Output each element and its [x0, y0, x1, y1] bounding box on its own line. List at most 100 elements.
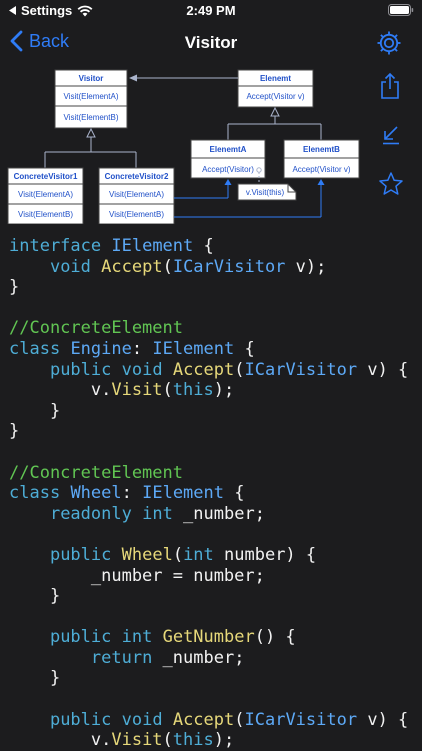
- code-token: _number;: [172, 503, 265, 524]
- uml-method: Visit(ElementB): [18, 210, 73, 219]
- uml-method: Accept(Visitor v): [246, 92, 304, 101]
- code-token: public: [49, 709, 112, 730]
- code-token: {: [234, 338, 255, 359]
- code-token: v) {: [357, 359, 409, 380]
- uml-class-name: Elenemt: [260, 74, 291, 83]
- uml-class-name: ConcreteVisitor1: [14, 172, 78, 181]
- code-token: //ConcreteElement: [9, 318, 183, 339]
- code-token: (: [162, 380, 173, 401]
- code-line: public void Accept(ICarVisitor v) {: [9, 710, 408, 731]
- code-token: () {: [254, 627, 296, 648]
- uml-method: Visit(ElementB): [64, 113, 119, 122]
- code-line: }: [9, 586, 408, 607]
- code-line: public void Accept(ICarVisitor v) {: [9, 360, 408, 381]
- page-title: Visitor: [184, 33, 238, 52]
- export-button[interactable]: [380, 124, 402, 151]
- uml-method: Visit(ElementA): [18, 190, 73, 199]
- code-token: Visit: [111, 730, 163, 751]
- code-token: }: [9, 421, 20, 442]
- code-line: public Wheel(int number) {: [9, 545, 408, 566]
- code-line: class Wheel: IElement {: [9, 483, 408, 504]
- code-token: //ConcreteElement: [9, 462, 183, 483]
- code-token: (: [162, 256, 173, 277]
- code-token: v) {: [357, 709, 409, 730]
- code-token: Accept: [101, 256, 163, 277]
- code-token: :: [131, 338, 153, 359]
- code-token: ICarVisitor: [172, 256, 286, 277]
- uml-diagram: Visitor Visit(ElementA) Visit(ElementB) …: [0, 66, 422, 225]
- code-token: interface: [9, 236, 102, 256]
- code-line: _number = number;: [9, 566, 408, 587]
- code-line: interface IElement {: [9, 236, 408, 257]
- uml-method: Accept(Visitor v): [292, 165, 350, 174]
- code-token: (: [234, 359, 245, 380]
- code-line: }: [9, 401, 408, 422]
- uml-class-element: Elenemt Accept(Visitor v): [237, 69, 314, 108]
- code-token: public: [49, 627, 112, 648]
- code-token: void: [121, 359, 163, 380]
- code-token: int: [142, 503, 173, 524]
- uml-class-name: ElenemtB: [303, 145, 340, 154]
- uml-class-name: ConcreteVisitor2: [105, 172, 169, 181]
- code-token: _number = number;: [9, 565, 265, 586]
- code-token: IElement: [111, 236, 194, 256]
- code-line: readonly int _number;: [9, 504, 408, 525]
- code-token: GetNumber: [162, 627, 255, 648]
- code-token: class: [9, 483, 61, 504]
- uml-class-visitor: Visitor Visit(ElementA) Visit(ElementB): [54, 69, 128, 129]
- uml-class-name: ElenemtA: [210, 145, 247, 154]
- settings-button[interactable]: [376, 30, 402, 61]
- code-token: }: [9, 586, 61, 607]
- code-line: class Engine: IElement {: [9, 339, 408, 360]
- code-token: IElement: [142, 483, 224, 504]
- code-token: Accept: [172, 709, 235, 730]
- code-token: readonly: [49, 503, 132, 524]
- code-line: public int GetNumber() {: [9, 627, 408, 648]
- favorite-button[interactable]: [378, 171, 404, 202]
- uml-class-element-a: ElenemtA Accept(Visitor): [190, 139, 266, 179]
- gear-icon: [377, 31, 401, 55]
- uml-note: v.Visit(this): [237, 183, 297, 201]
- uml-method: Visit(ElementB): [109, 210, 164, 219]
- code-token: Wheel: [70, 483, 122, 504]
- code-line: //ConcreteElement: [9, 318, 408, 339]
- code-line: }: [9, 277, 408, 298]
- code-token: );: [213, 380, 235, 401]
- code-line: v.Visit(this);: [9, 730, 408, 751]
- code-token: void: [121, 709, 163, 730]
- status-time: 2:49 PM: [186, 3, 236, 18]
- code-token: return: [90, 647, 153, 668]
- code-token: Engine: [70, 338, 132, 359]
- code-token: }: [9, 668, 61, 689]
- code-token: }: [9, 277, 20, 298]
- code-token: (: [172, 544, 184, 565]
- code-token: int: [183, 544, 214, 565]
- uml-class-concrete-visitor-2: ConcreteVisitor2 Visit(ElementA) Visit(E…: [98, 167, 175, 225]
- code-token: (: [162, 730, 173, 751]
- code-line: return _number;: [9, 648, 408, 669]
- uml-method: Accept(Visitor): [202, 165, 254, 174]
- uml-class-concrete-visitor-1: ConcreteVisitor1 Visit(ElementA) Visit(E…: [7, 167, 84, 225]
- code-token: public: [49, 359, 112, 380]
- code-token: int: [121, 627, 153, 648]
- code-token: }: [9, 400, 61, 421]
- code-token: Accept: [172, 359, 235, 380]
- code-view: interface IElement { void Accept(ICarVis…: [9, 236, 408, 751]
- share-button[interactable]: [379, 72, 401, 105]
- code-token: number) {: [213, 544, 317, 565]
